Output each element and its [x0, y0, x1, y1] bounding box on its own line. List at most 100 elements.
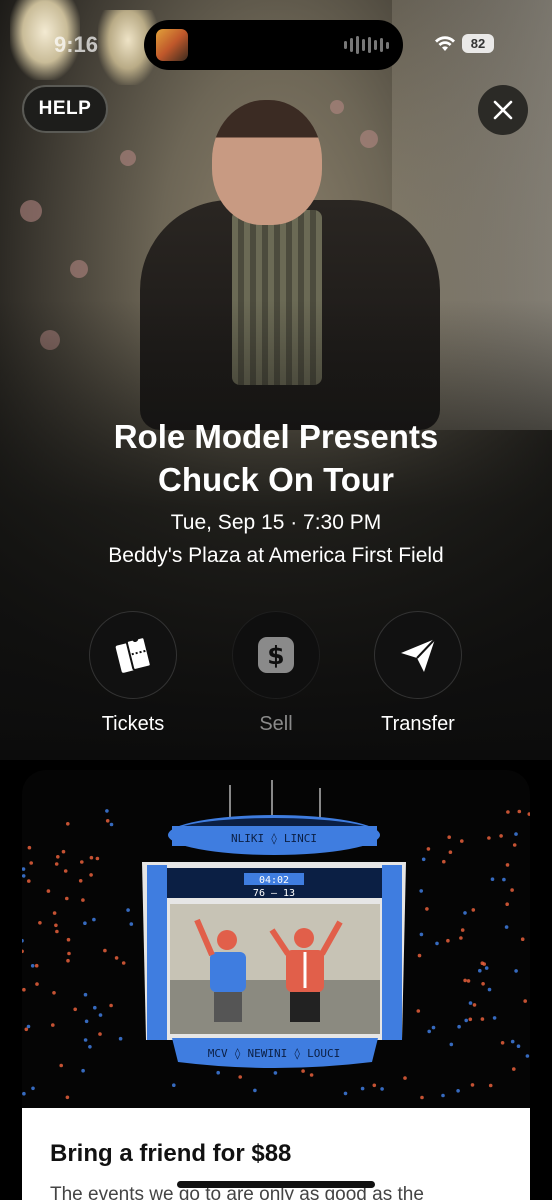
crowd-dot — [504, 925, 509, 929]
crowd-dot — [22, 987, 26, 992]
crowd-dot — [65, 1095, 70, 1100]
crowd-dot — [427, 1029, 432, 1034]
crowd-dot — [360, 1086, 365, 1091]
crowd-dot — [30, 964, 35, 968]
event-title-line1: Role Model Presents — [113, 418, 439, 455]
crowd-dot — [510, 1039, 515, 1044]
wifi-icon — [435, 36, 455, 51]
sell-circle[interactable]: $ — [232, 611, 320, 699]
crowd-dot — [83, 1038, 88, 1042]
scoreboard-score: 76 – 13 — [253, 888, 295, 899]
crowd-dot — [172, 1083, 176, 1087]
sell-button[interactable]: $ Sell — [216, 611, 336, 736]
help-button[interactable]: HELP — [22, 85, 108, 133]
crowd-dot — [482, 962, 487, 966]
transfer-button[interactable]: Transfer — [358, 611, 478, 736]
crowd-dot — [27, 845, 32, 850]
crowd-dot — [129, 922, 134, 926]
dynamic-island[interactable] — [144, 20, 403, 70]
crowd-dot — [478, 968, 482, 973]
ribbon-bottom-text: MCV ◊ NEWINI ◊ LOUCI — [208, 1047, 340, 1060]
crowd-dot — [380, 1087, 384, 1091]
scoreboard-clock: 04:02 — [259, 875, 289, 886]
crowd-dot — [59, 1063, 63, 1068]
crowd-dot — [500, 1041, 505, 1045]
crowd-dot — [35, 982, 39, 986]
crowd-dot — [22, 1091, 26, 1096]
event-venue[interactable]: Beddy's Plaza at America First Field — [0, 544, 552, 568]
crowd-dot — [273, 1071, 278, 1075]
crowd-dot — [54, 862, 59, 866]
crowd-dot — [66, 822, 70, 826]
crowd-dot — [481, 982, 485, 986]
crowd-dot — [525, 1054, 530, 1058]
crowd-dot — [480, 1017, 485, 1021]
crowd-dot — [527, 812, 530, 816]
crowd-dot — [425, 907, 429, 911]
crowd-dot — [92, 917, 96, 922]
crowd-dot — [63, 869, 68, 873]
now-playing-artwork — [156, 29, 188, 61]
ticket-icon — [115, 636, 152, 673]
close-button[interactable] — [478, 85, 528, 135]
crowd-dot — [447, 835, 452, 839]
crowd-dot — [66, 958, 70, 963]
promo-card[interactable]: NLIKI ◊ LINCI 04:02 76 – 13 MCV ◊ NEWINI… — [22, 770, 530, 1200]
crowd-dot — [216, 1070, 220, 1075]
crowd-dot — [89, 855, 94, 860]
tickets-circle[interactable] — [89, 611, 177, 699]
crowd-dot — [419, 889, 424, 893]
crowd-dot — [84, 1019, 89, 1024]
crowd-dot — [88, 1045, 92, 1049]
crowd-dot — [98, 1032, 102, 1036]
crowd-dot — [472, 1003, 477, 1007]
crowd-dot — [449, 1042, 454, 1047]
ribbon-top-text: NLIKI ◊ LINCI — [231, 832, 317, 845]
crowd-dot — [484, 966, 489, 970]
wallpaper-flower — [330, 100, 344, 114]
tickets-button[interactable]: Tickets — [73, 611, 193, 736]
crowd-dot — [505, 863, 510, 867]
crowd-dot — [488, 1083, 493, 1088]
crowd-dot — [343, 1091, 348, 1096]
tickets-label: Tickets — [101, 713, 165, 735]
crowd-dot — [46, 889, 51, 893]
crowd-dot — [499, 834, 503, 838]
crowd-dot — [448, 850, 453, 854]
crowd-dot — [26, 1024, 31, 1029]
crowd-dot — [516, 1044, 521, 1048]
crowd-dot — [22, 938, 24, 943]
crowd-dot — [52, 911, 57, 915]
crowd-dot — [109, 1003, 113, 1008]
close-icon — [493, 100, 513, 120]
crowd-dot — [446, 938, 450, 943]
event-title-line2: Chuck On Tour — [158, 461, 394, 498]
crowd-dot — [463, 911, 467, 915]
crowd-dot — [93, 1005, 97, 1010]
crowd-dot — [126, 908, 130, 912]
crowd-dot — [510, 888, 514, 892]
crowd-dot — [105, 819, 110, 823]
send-icon — [401, 638, 436, 672]
crowd-dot — [31, 1086, 35, 1091]
transfer-circle[interactable] — [374, 611, 462, 699]
promo-title: Bring a friend for $88 — [50, 1140, 292, 1167]
crowd-dot — [55, 929, 59, 934]
audio-waveform-icon — [344, 36, 389, 54]
wallpaper-flower — [20, 200, 42, 222]
crowd-dot — [460, 928, 465, 932]
crowd-dot — [51, 1023, 55, 1027]
crowd-dot — [121, 961, 126, 965]
crowd-dot — [470, 1083, 475, 1087]
crowd-dot — [80, 860, 84, 864]
crowd-dot — [301, 1069, 305, 1073]
crowd-dot — [83, 992, 88, 997]
home-indicator[interactable] — [177, 1181, 375, 1188]
crowd-dot — [514, 832, 518, 836]
crowd-dot — [24, 1027, 29, 1032]
crowd-dot — [238, 1075, 242, 1079]
crowd-dot — [98, 1013, 103, 1017]
crowd-dot — [52, 991, 56, 995]
crowd-dot — [431, 1025, 436, 1030]
crowd-dot — [34, 963, 39, 968]
